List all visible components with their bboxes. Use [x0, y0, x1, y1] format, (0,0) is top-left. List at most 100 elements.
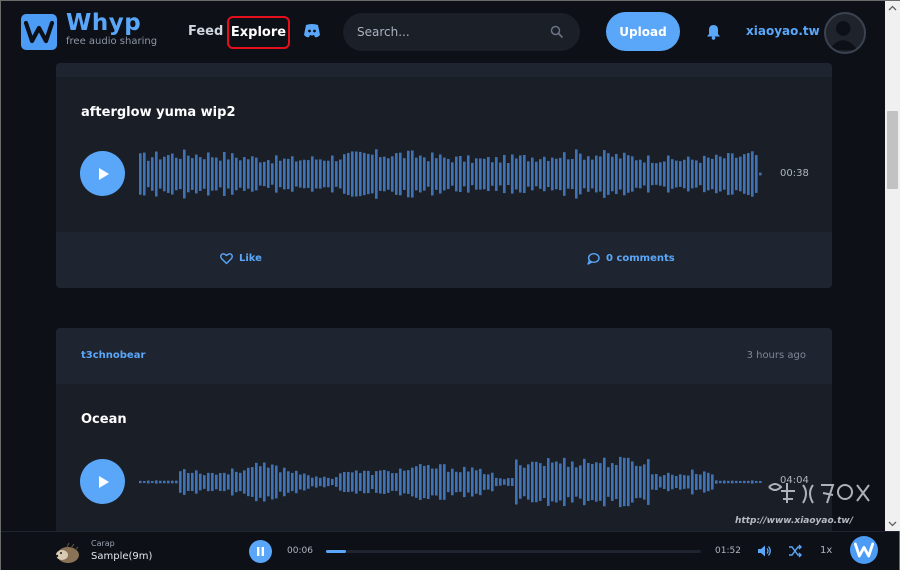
waveform-bar: [475, 470, 478, 494]
waveform[interactable]: [139, 452, 769, 512]
waveform-bar: [375, 471, 378, 493]
waveform[interactable]: [139, 144, 769, 204]
waveform-bar: [447, 158, 450, 190]
player-artist[interactable]: Carap: [91, 539, 115, 548]
player-cover-art[interactable]: [53, 538, 81, 566]
waveform-bar: [307, 160, 310, 188]
track-title[interactable]: afterglow yuma wip2: [81, 105, 236, 120]
play-button[interactable]: [80, 151, 125, 196]
shuffle-icon[interactable]: [788, 544, 802, 558]
waveform-bar: [159, 480, 162, 484]
waveform-bar: [455, 471, 458, 493]
card-header: t3chnobear 3 hours ago: [56, 328, 832, 384]
waveform-bar: [195, 154, 198, 194]
waveform-bar: [627, 155, 630, 193]
waveform-bar: [659, 162, 662, 186]
whyp-player-logo[interactable]: [850, 536, 878, 564]
waveform-bar: [147, 160, 150, 188]
waveform-bar: [683, 475, 686, 489]
waveform-bar: [191, 472, 194, 492]
waveform-bar: [219, 473, 222, 491]
waveform-bar: [531, 157, 534, 191]
card-footer: Like 0 comments: [56, 232, 832, 288]
waveform-bar: [323, 160, 326, 188]
waveform-bar: [559, 157, 562, 191]
bell-icon[interactable]: [706, 24, 721, 40]
waveform-bar: [419, 464, 422, 500]
scroll-down-arrow-icon[interactable]: [888, 519, 897, 528]
waveform-bar: [619, 456, 622, 508]
waveform-bar: [447, 471, 450, 493]
discord-icon[interactable]: [303, 23, 321, 39]
track-title[interactable]: Ocean: [81, 412, 127, 427]
waveform-bar: [251, 467, 254, 497]
waveform-bar: [415, 157, 418, 191]
waveform-bar: [303, 159, 306, 189]
pause-button[interactable]: [249, 540, 272, 563]
track-card: afterglow yuma wip2 00:38 Like 0 comment…: [56, 63, 832, 288]
whyp-logo[interactable]: [21, 14, 57, 50]
waveform-bar: [579, 465, 582, 499]
waveform-bar: [535, 161, 538, 187]
page-scrollbar[interactable]: [885, 1, 900, 531]
waveform-bar: [483, 474, 486, 490]
nav-explore-link[interactable]: Explore: [227, 16, 290, 49]
search-box: [343, 13, 580, 51]
waveform-bar: [699, 162, 702, 186]
waveform-bar: [687, 156, 690, 192]
waveform-bar: [459, 155, 462, 193]
player-track-title[interactable]: Sample(9m): [91, 551, 152, 562]
waveform-bar: [755, 155, 758, 193]
waveform-bar: [179, 471, 182, 493]
waveform-bar: [239, 160, 242, 188]
play-button[interactable]: [80, 459, 125, 504]
waveform-bar: [219, 160, 222, 188]
waveform-bar: [331, 155, 334, 193]
like-button[interactable]: Like: [220, 252, 262, 265]
waveform-bar: [275, 465, 278, 499]
username-link[interactable]: xiaoyao.tw: [746, 24, 820, 38]
waveform-bar: [263, 161, 266, 187]
search-icon[interactable]: [550, 25, 563, 38]
waveform-bar: [691, 159, 694, 189]
waveform-bar: [235, 471, 238, 493]
waveform-bar: [467, 471, 470, 493]
waveform-bar: [739, 156, 742, 192]
comments-button[interactable]: 0 comments: [587, 252, 675, 265]
upload-button[interactable]: Upload: [606, 12, 680, 51]
user-avatar[interactable]: [824, 12, 866, 54]
waveform-bar: [451, 162, 454, 186]
volume-icon[interactable]: [757, 544, 772, 558]
search-input[interactable]: [357, 22, 537, 42]
waveform-bar: [631, 156, 634, 192]
nav-feed-link[interactable]: Feed: [188, 24, 223, 39]
waveform-bar: [159, 159, 162, 189]
waveform-bar: [559, 463, 562, 501]
waveform-bar: [367, 153, 370, 195]
waveform-bar: [595, 155, 598, 193]
track-author[interactable]: t3chnobear: [81, 350, 145, 361]
waveform-bar: [627, 457, 630, 507]
waveform-bar: [723, 480, 726, 484]
waveform-bar: [387, 471, 390, 493]
waveform-bar: [439, 464, 442, 500]
waveform-bar: [359, 472, 362, 492]
scroll-up-arrow-icon[interactable]: [888, 4, 897, 13]
progress-bar[interactable]: [326, 550, 701, 553]
waveform-bar: [651, 162, 654, 186]
scrollbar-thumb[interactable]: [887, 111, 898, 189]
playback-speed-button[interactable]: 1x: [820, 545, 832, 556]
waveform-bar: [335, 477, 338, 487]
waveform-bar: [339, 159, 342, 189]
track-card: t3chnobear 3 hours ago Ocean 04:04: [56, 328, 832, 543]
waveform-bar: [255, 157, 258, 191]
waveform-bar: [671, 474, 674, 490]
waveform-bar: [183, 149, 186, 199]
waveform-bar: [575, 149, 578, 199]
waveform-bar: [379, 157, 382, 191]
waveform-bar: [331, 478, 334, 486]
waveform-bar: [435, 468, 438, 496]
waveform-bar: [263, 462, 266, 502]
waveform-bar: [195, 470, 198, 494]
waveform-bar: [235, 157, 238, 191]
